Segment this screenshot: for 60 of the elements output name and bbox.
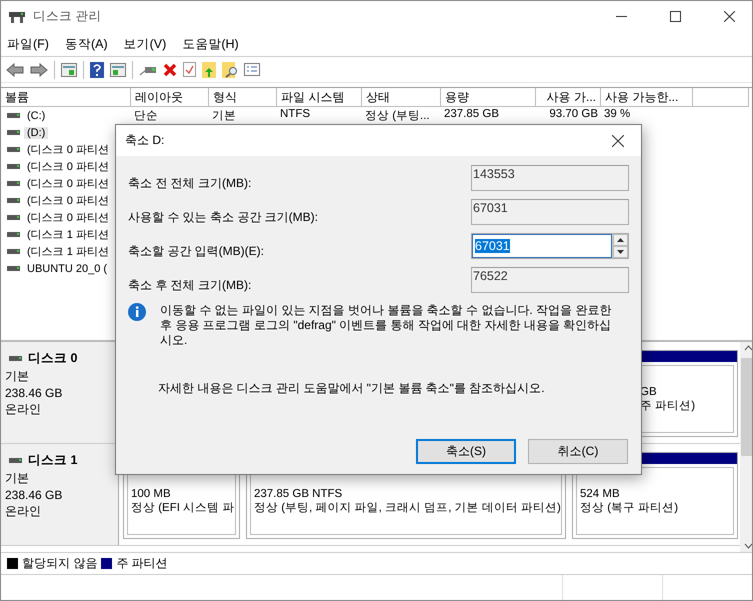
partition-status: 정상 (EFI 시스템 파: [131, 501, 232, 515]
window-title: 디스크 관리: [33, 8, 102, 25]
partition-status: 정상 (복구 파티션): [580, 501, 680, 515]
readonly-field: 143553: [471, 165, 629, 191]
legend-label: 주 파티션: [116, 555, 168, 572]
volume-name[interactable]: (디스크 0 파티션: [24, 142, 112, 157]
column-header[interactable]: 형식: [209, 88, 277, 107]
table-cell-text: NTFS: [279, 108, 312, 122]
table-cell-text: 단순: [133, 109, 159, 123]
table-cell-text: 기본: [211, 109, 237, 123]
disk-size: 238.46 GB: [5, 488, 64, 502]
table-cell-text: 정상 (부팅...: [364, 109, 431, 123]
volume-name[interactable]: UBUNTU 20_0 (: [24, 262, 110, 274]
field-label: 사용할 수 있는 축소 공간 크기(MB):: [128, 209, 318, 226]
field-label: 축소 후 전체 크기(MB):: [128, 277, 252, 294]
volume-name[interactable]: (D:): [24, 126, 48, 138]
table-cell-text: 39 %: [603, 108, 632, 122]
dialog-title: 축소 D:: [125, 132, 164, 149]
column-header[interactable]: 상태: [362, 88, 441, 107]
legend-label: 할당되지 않음: [22, 555, 98, 572]
volume-name[interactable]: (디스크 0 파티션: [24, 210, 112, 225]
partition-status: 주 파티션): [640, 399, 696, 413]
menu-item[interactable]: 도움말(H): [182, 36, 239, 52]
dialog-button[interactable]: 취소(C): [528, 439, 628, 464]
column-header[interactable]: 용량: [441, 88, 536, 107]
field-label: 축소할 공간 입력(MB)(E):: [128, 243, 264, 260]
column-header[interactable]: 레이아웃: [131, 88, 209, 107]
volume-name[interactable]: (디스크 0 파티션: [24, 193, 112, 208]
disk-status: 온라인: [5, 401, 42, 418]
readonly-field: 67031: [471, 199, 629, 225]
volume-name[interactable]: (C:): [24, 110, 48, 122]
column-header[interactable]: 사용 가능한...: [601, 88, 693, 107]
dialog-button[interactable]: 축소(S): [416, 439, 516, 464]
table-cell-text: 237.85 GB: [443, 108, 500, 122]
disk-size: 238.46 GB: [5, 386, 64, 400]
field-label: 축소 전 전체 크기(MB):: [128, 175, 252, 192]
volume-name[interactable]: (디스크 0 파티션: [24, 176, 112, 191]
column-header[interactable]: 사용 가...: [536, 88, 601, 107]
partition-size: 237.85 GB NTFS: [254, 488, 344, 500]
disk-name: 디스크 1: [28, 452, 78, 469]
disk-type: 기본: [5, 368, 30, 385]
menu-item[interactable]: 파일(F): [7, 36, 49, 52]
column-header[interactable]: 볼륨: [1, 88, 131, 107]
disk-status: 온라인: [5, 503, 42, 520]
menu-item[interactable]: 동작(A): [64, 36, 108, 52]
partition-size: 100 MB: [131, 488, 172, 500]
volume-name[interactable]: (디스크 0 파티션: [24, 159, 112, 174]
volume-name[interactable]: (디스크 1 파티션: [24, 227, 112, 242]
partition-status: 정상 (부팅, 페이지 파일, 크래시 덤프, 기본 데이터 파티션): [254, 501, 558, 515]
column-header[interactable]: 파일 시스템: [277, 88, 362, 107]
help-message: 자세한 내용은 디스크 관리 도움말에서 "기본 볼륨 축소"를 참조하십시오.: [158, 380, 546, 397]
menu-item[interactable]: 보기(V): [124, 36, 166, 52]
disk-type: 기본: [5, 470, 30, 487]
info-message: 이동할 수 없는 파일이 있는 지점을 벗어나 볼륨을 축소할 수 없습니다. 작업을 완료한 후 응용 프로그램 로그의 "defrag" 이벤트를 통해 작업에 대한 자세한 내용을 확인하십시오.: [160, 303, 612, 348]
readonly-field: 76522: [471, 267, 629, 293]
table-cell-text: 93.70 GB: [548, 108, 599, 122]
partition-size: 524 MB: [580, 488, 621, 500]
volume-name[interactable]: (디스크 1 파티션: [24, 244, 112, 259]
disk-name: 디스크 0: [28, 350, 78, 367]
spin-field[interactable]: 67031: [471, 233, 629, 259]
